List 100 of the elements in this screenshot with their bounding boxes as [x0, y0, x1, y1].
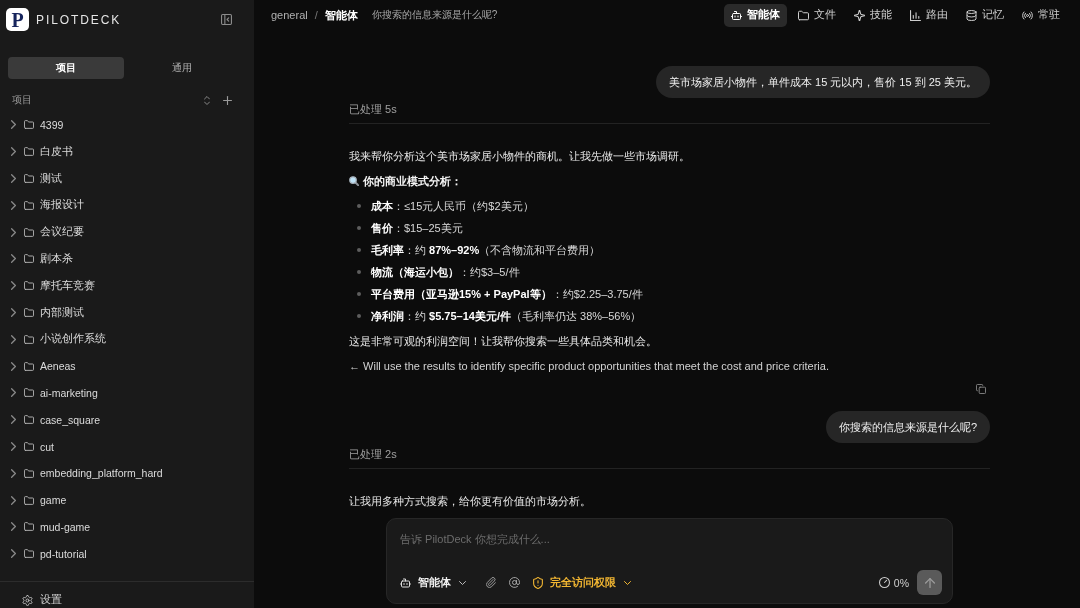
brand-name: PILOTDECK [36, 12, 122, 27]
nav-tab[interactable]: 智能体 [724, 3, 787, 27]
list-item-text: 平台费用（亚马逊15% + PayPal等）：约$2.25–3.75/件 [371, 286, 643, 302]
folder-icon [24, 442, 34, 452]
chevron-right-icon[interactable] [11, 495, 16, 505]
chevron-right-icon[interactable] [11, 361, 16, 371]
chevron-right-icon[interactable] [11, 334, 16, 344]
project-name[interactable]: 测试 [40, 171, 62, 186]
folder-icon [24, 174, 34, 184]
user-message: 美市场家居小物件，单件成本 15 元以内，售价 15 到 25 美元。 [655, 66, 990, 98]
processing-status: 已处理 2s [349, 448, 397, 460]
folder-icon [24, 200, 34, 210]
breadcrumb-current: 智能体 [324, 7, 358, 23]
nav-tab[interactable]: 路由 [903, 3, 955, 27]
folder-icon [24, 254, 34, 264]
copy-icon[interactable] [976, 384, 986, 394]
robot-icon [731, 9, 742, 21]
project-name[interactable]: cut [40, 440, 54, 453]
folder-icon [24, 468, 34, 478]
project-name[interactable]: game [40, 494, 67, 507]
panel-toggle-icon[interactable] [221, 14, 232, 25]
plus-icon[interactable] [223, 95, 232, 105]
folder-icon [24, 388, 34, 398]
paperclip-icon[interactable] [486, 577, 496, 588]
chevron-down-icon [624, 580, 631, 585]
at-sign-icon[interactable] [509, 577, 520, 588]
chevron-right-icon[interactable] [11, 200, 16, 210]
message-text: 我来帮你分析这个美市场家居小物件的商机。让我先做一些市场调研。 [349, 148, 691, 164]
list-item-text: 成本：≤15元人民币（约$2美元） [371, 198, 534, 214]
list-item-text: 净利润：约 $5.75–14美元/件（毛利率仍达 38%–56%） [371, 308, 642, 324]
chevron-right-icon[interactable] [11, 174, 16, 184]
nav-tab[interactable]: 记忆 [959, 3, 1011, 27]
tool-note: ← Will use the results to identify specific product opportunities that meet the cost and price criteria. [349, 358, 830, 374]
list-item-text: 物流（海运小包）：约$3–5/件 [371, 264, 520, 280]
tab[interactable]: 通用 [124, 57, 240, 79]
folder-icon [24, 495, 34, 505]
chevron-right-icon[interactable] [11, 415, 16, 425]
mode-selector[interactable]: 智能体 [400, 575, 466, 590]
chevron-down-icon [459, 580, 466, 585]
folder-icon [24, 415, 34, 425]
bullet-icon [357, 270, 361, 274]
project-name[interactable]: 小说创作系统 [40, 332, 106, 347]
chevron-right-icon[interactable] [11, 254, 16, 264]
project-name[interactable]: mud-game [40, 520, 91, 533]
settings-button[interactable]: 设置 [22, 593, 62, 608]
message-heading: 你的商业模式分析： [363, 173, 462, 189]
list-item-text: 售价：$15–25美元 [371, 220, 463, 236]
bullet-icon [357, 226, 361, 230]
shield-icon [533, 576, 543, 589]
project-name[interactable]: 内部测试 [40, 305, 84, 320]
processing-status: 已处理 5s [349, 103, 397, 115]
permission-selector[interactable]: 完全访问权限 [533, 575, 631, 590]
message-text: 这是非常可观的利润空间！让我帮你搜索一些具体品类和机会。 [349, 333, 658, 349]
project-name[interactable]: pd-tutorial [40, 547, 87, 560]
list-item-text: 毛利率：约 87%–92%（不含物流和平台费用） [371, 242, 601, 258]
message-text: 让我用多种方式搜索，给你更有价值的市场分析。 [349, 493, 592, 509]
project-name[interactable]: embedding_platform_hard [40, 467, 163, 480]
folder-icon [24, 147, 34, 157]
conversation-title: 你搜索的信息来源是什么呢? [371, 8, 498, 22]
nav-tab[interactable]: 常驻 [1015, 3, 1067, 27]
bar-chart-icon [910, 9, 921, 21]
bullet-icon [357, 292, 361, 296]
broadcast-icon [1022, 9, 1033, 21]
message-input[interactable]: 告诉 PilotDeck 你想完成什么... [400, 529, 942, 549]
chevron-right-icon[interactable] [11, 227, 16, 237]
gauge-icon [878, 577, 890, 588]
breadcrumb-separator: / [314, 9, 318, 21]
section-title: 项目 [12, 93, 32, 107]
chevron-right-icon[interactable] [11, 120, 16, 130]
chevron-right-icon[interactable] [11, 442, 16, 452]
bullet-icon [357, 248, 361, 252]
chevron-right-icon[interactable] [11, 388, 16, 398]
project-name[interactable]: 海报设计 [40, 198, 84, 213]
folder-icon [24, 281, 34, 291]
project-name[interactable]: Aeneas [40, 360, 76, 373]
tab[interactable]: 项目 [8, 57, 124, 79]
project-name[interactable]: 4399 [40, 119, 64, 131]
project-name[interactable]: 剧本杀 [40, 251, 73, 266]
chevron-right-icon[interactable] [11, 147, 16, 157]
folder-icon [24, 334, 34, 344]
settings-icon [22, 594, 33, 606]
nav-tab[interactable]: 技能 [847, 3, 899, 27]
chevron-right-icon[interactable] [11, 549, 16, 559]
chevron-right-icon[interactable] [11, 522, 16, 532]
project-name[interactable]: ai-marketing [40, 386, 98, 399]
chevron-right-icon[interactable] [11, 281, 16, 291]
project-name[interactable]: 摩托车竞赛 [40, 278, 95, 293]
robot-icon [400, 577, 411, 588]
project-name[interactable]: case_square [40, 413, 101, 426]
usage-percent: 0% [893, 576, 909, 589]
logo-mark: P [6, 8, 29, 31]
nav-tab[interactable]: 文件 [791, 3, 843, 27]
project-name[interactable]: 白皮书 [40, 144, 73, 159]
bullet-icon [357, 204, 361, 208]
user-message: 你搜索的信息来源是什么呢? [825, 411, 990, 443]
chevron-right-icon[interactable] [11, 468, 16, 478]
breadcrumb-link[interactable]: general [271, 9, 308, 21]
chevron-right-icon[interactable] [11, 308, 16, 318]
magnifier-icon [349, 176, 359, 186]
project-name[interactable]: 会议纪要 [40, 225, 84, 240]
